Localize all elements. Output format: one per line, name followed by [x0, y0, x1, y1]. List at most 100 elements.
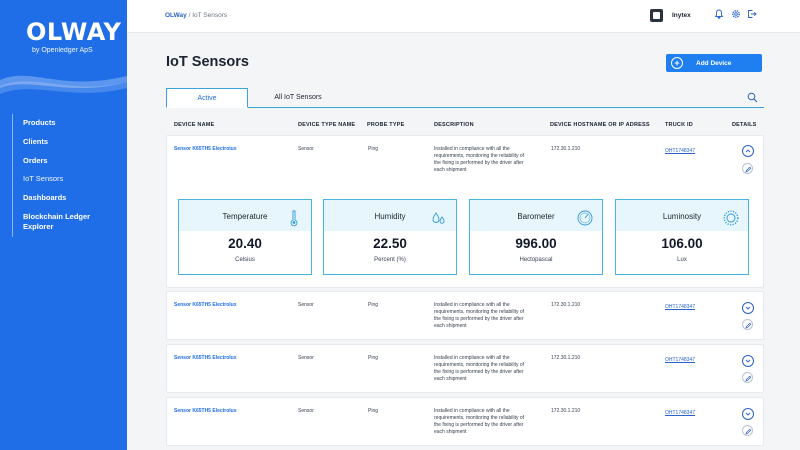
- metric-value: 106.00: [661, 236, 703, 251]
- device-description: Installed in compliance with all the req…: [434, 302, 534, 330]
- table-row: Sensor K65TH5 Electrolux Sensor Ping Ins…: [166, 397, 764, 446]
- sidebar-wave-decoration: [0, 75, 127, 94]
- device-description: Installed in compliance with all the req…: [434, 355, 534, 383]
- description-line: the fixing is performed by the driver af…: [434, 369, 524, 375]
- table-header: DEVICE NAME DEVICE TYPE NAME PROBE TYPE …: [0, 122, 800, 132]
- search-icon[interactable]: [747, 92, 758, 103]
- luminosity-card: Luminosity 106.00 Lux: [615, 199, 749, 275]
- description-line: Installed in compliance with all the: [434, 146, 510, 152]
- column-header-truck-id[interactable]: TRUCK ID: [665, 122, 693, 128]
- device-name-link[interactable]: Sensor K65TH5 Electrolux: [174, 302, 237, 309]
- tab-active[interactable]: Active: [166, 88, 248, 108]
- edit-button[interactable]: [742, 425, 753, 436]
- device-ip: 172.30.1.210: [551, 146, 581, 152]
- description-line: the fixing is performed by the driver af…: [434, 316, 524, 322]
- company-name[interactable]: Inytex: [672, 12, 691, 19]
- column-header-description[interactable]: DESCRIPTION: [434, 122, 474, 128]
- gauge-icon: [577, 210, 593, 226]
- column-header-probe-type[interactable]: PROBE TYPE: [367, 122, 404, 128]
- metric-unit: Lux: [677, 257, 687, 263]
- device-ip: 172.30.1.210: [551, 302, 581, 308]
- metric-unit: Percent (%): [374, 257, 406, 263]
- pencil-icon: [744, 166, 751, 173]
- description-line: Installed in compliance with all the: [434, 302, 510, 308]
- device-type: Sensor: [298, 146, 314, 152]
- device-name-link[interactable]: Sensor K65TH5 Electrolux: [174, 355, 237, 362]
- device-description: Installed in compliance with all the req…: [434, 408, 534, 436]
- description-line: requirements, monitoring the reliability…: [434, 362, 525, 368]
- device-description: Installed in compliance with all the req…: [434, 146, 534, 174]
- tab-all-iot-sensors[interactable]: All IoT Sensors: [266, 88, 330, 108]
- description-line: each shipment: [434, 429, 467, 435]
- breadcrumb: OLWay / IoT Sensors: [165, 12, 227, 19]
- tab-bar: Active All IoT Sensors: [166, 88, 764, 108]
- expand-button[interactable]: [742, 408, 754, 420]
- chevron-down-icon: [745, 359, 751, 363]
- sidebar-item-orders[interactable]: Orders: [23, 152, 124, 171]
- sidebar-item-dashboards[interactable]: Dashboards: [23, 189, 124, 208]
- top-bar: OLWay / IoT Sensors Inytex: [127, 0, 800, 33]
- table-row: Sensor K65TH5 Electrolux Sensor Ping Ins…: [166, 291, 764, 340]
- description-line: the fixing is performed by the driver af…: [434, 422, 524, 428]
- device-name-link[interactable]: Sensor K65TH5 Electrolux: [174, 408, 237, 415]
- description-line: each shipment: [434, 167, 467, 173]
- app-logo-subtitle: by Openledger ApS: [32, 47, 93, 54]
- device-type: Sensor: [298, 302, 314, 308]
- description-line: Installed in compliance with all the: [434, 408, 510, 414]
- chevron-up-icon: [745, 149, 751, 153]
- device-name-link[interactable]: Sensor K65TH5 Electrolux: [174, 146, 237, 153]
- gear-icon[interactable]: [730, 9, 742, 21]
- edit-button[interactable]: [742, 372, 753, 383]
- sidebar-item-blockchain-ledger-explorer[interactable]: Blockchain Ledger Explorer: [23, 208, 103, 237]
- truck-id-link[interactable]: OHT1748347: [665, 357, 695, 364]
- droplets-icon: [432, 212, 445, 224]
- description-line: requirements, monitoring the reliability…: [434, 153, 525, 159]
- metric-value: 996.00: [515, 236, 557, 251]
- column-header-ip-address[interactable]: DEVICE HOSTNAME OR IP ADRESS: [550, 122, 650, 128]
- description-line: requirements, monitoring the reliability…: [434, 415, 525, 421]
- description-line: the fixing is performed by the driver af…: [434, 160, 524, 166]
- column-header-device-type[interactable]: DEVICE TYPE NAME: [298, 122, 355, 128]
- company-logo: [650, 9, 663, 22]
- truck-id-link[interactable]: OHT1748347: [665, 148, 695, 155]
- table-row: Sensor K65TH5 Electrolux Sensor Ping Ins…: [166, 344, 764, 393]
- truck-id-link[interactable]: OHT1748347: [665, 304, 695, 311]
- bell-icon[interactable]: [713, 9, 725, 21]
- description-line: requirements, monitoring the reliability…: [434, 309, 525, 315]
- column-header-device-name[interactable]: DEVICE NAME: [174, 122, 214, 128]
- add-device-label: Add Device: [696, 59, 732, 67]
- column-header-details: DETAILS: [732, 122, 757, 128]
- expand-button[interactable]: [742, 302, 754, 314]
- probe-type: Ping: [368, 302, 379, 308]
- truck-id-link[interactable]: OHT1748347: [665, 410, 695, 417]
- collapse-button[interactable]: [742, 145, 754, 157]
- logout-icon[interactable]: [746, 9, 758, 21]
- description-line: Installed in compliance with all the: [434, 355, 510, 361]
- add-device-button[interactable]: + Add Device: [666, 54, 762, 72]
- plus-icon: +: [671, 57, 683, 69]
- page-title: IoT Sensors: [166, 54, 249, 70]
- device-ip: 172.30.1.210: [551, 408, 581, 414]
- device-type: Sensor: [298, 355, 314, 361]
- breadcrumb-current: IoT Sensors: [192, 12, 228, 19]
- sidebar-nav: Products Clients Orders IoT Sensors Dash…: [12, 114, 124, 237]
- probe-type: Ping: [368, 355, 379, 361]
- metric-unit: Celsius: [235, 257, 255, 263]
- sidebar: OLWAY by Openledger ApS Products Clients…: [0, 0, 127, 450]
- sidebar-item-clients[interactable]: Clients: [23, 133, 124, 152]
- chevron-down-icon: [745, 412, 751, 416]
- breadcrumb-root[interactable]: OLWay: [165, 12, 187, 19]
- pencil-icon: [744, 322, 751, 329]
- app-logo[interactable]: OLWAY: [26, 18, 121, 46]
- thermometer-icon: [290, 210, 298, 227]
- probe-type: Ping: [368, 146, 379, 152]
- chevron-down-icon: [745, 306, 751, 310]
- description-line: each shipment: [434, 376, 467, 382]
- edit-button[interactable]: [742, 319, 753, 330]
- device-ip: 172.30.1.210: [551, 355, 581, 361]
- edit-button[interactable]: [742, 163, 753, 174]
- device-type: Sensor: [298, 408, 314, 414]
- sidebar-item-iot-sensors[interactable]: IoT Sensors: [23, 170, 124, 189]
- probe-type: Ping: [368, 408, 379, 414]
- expand-button[interactable]: [742, 355, 754, 367]
